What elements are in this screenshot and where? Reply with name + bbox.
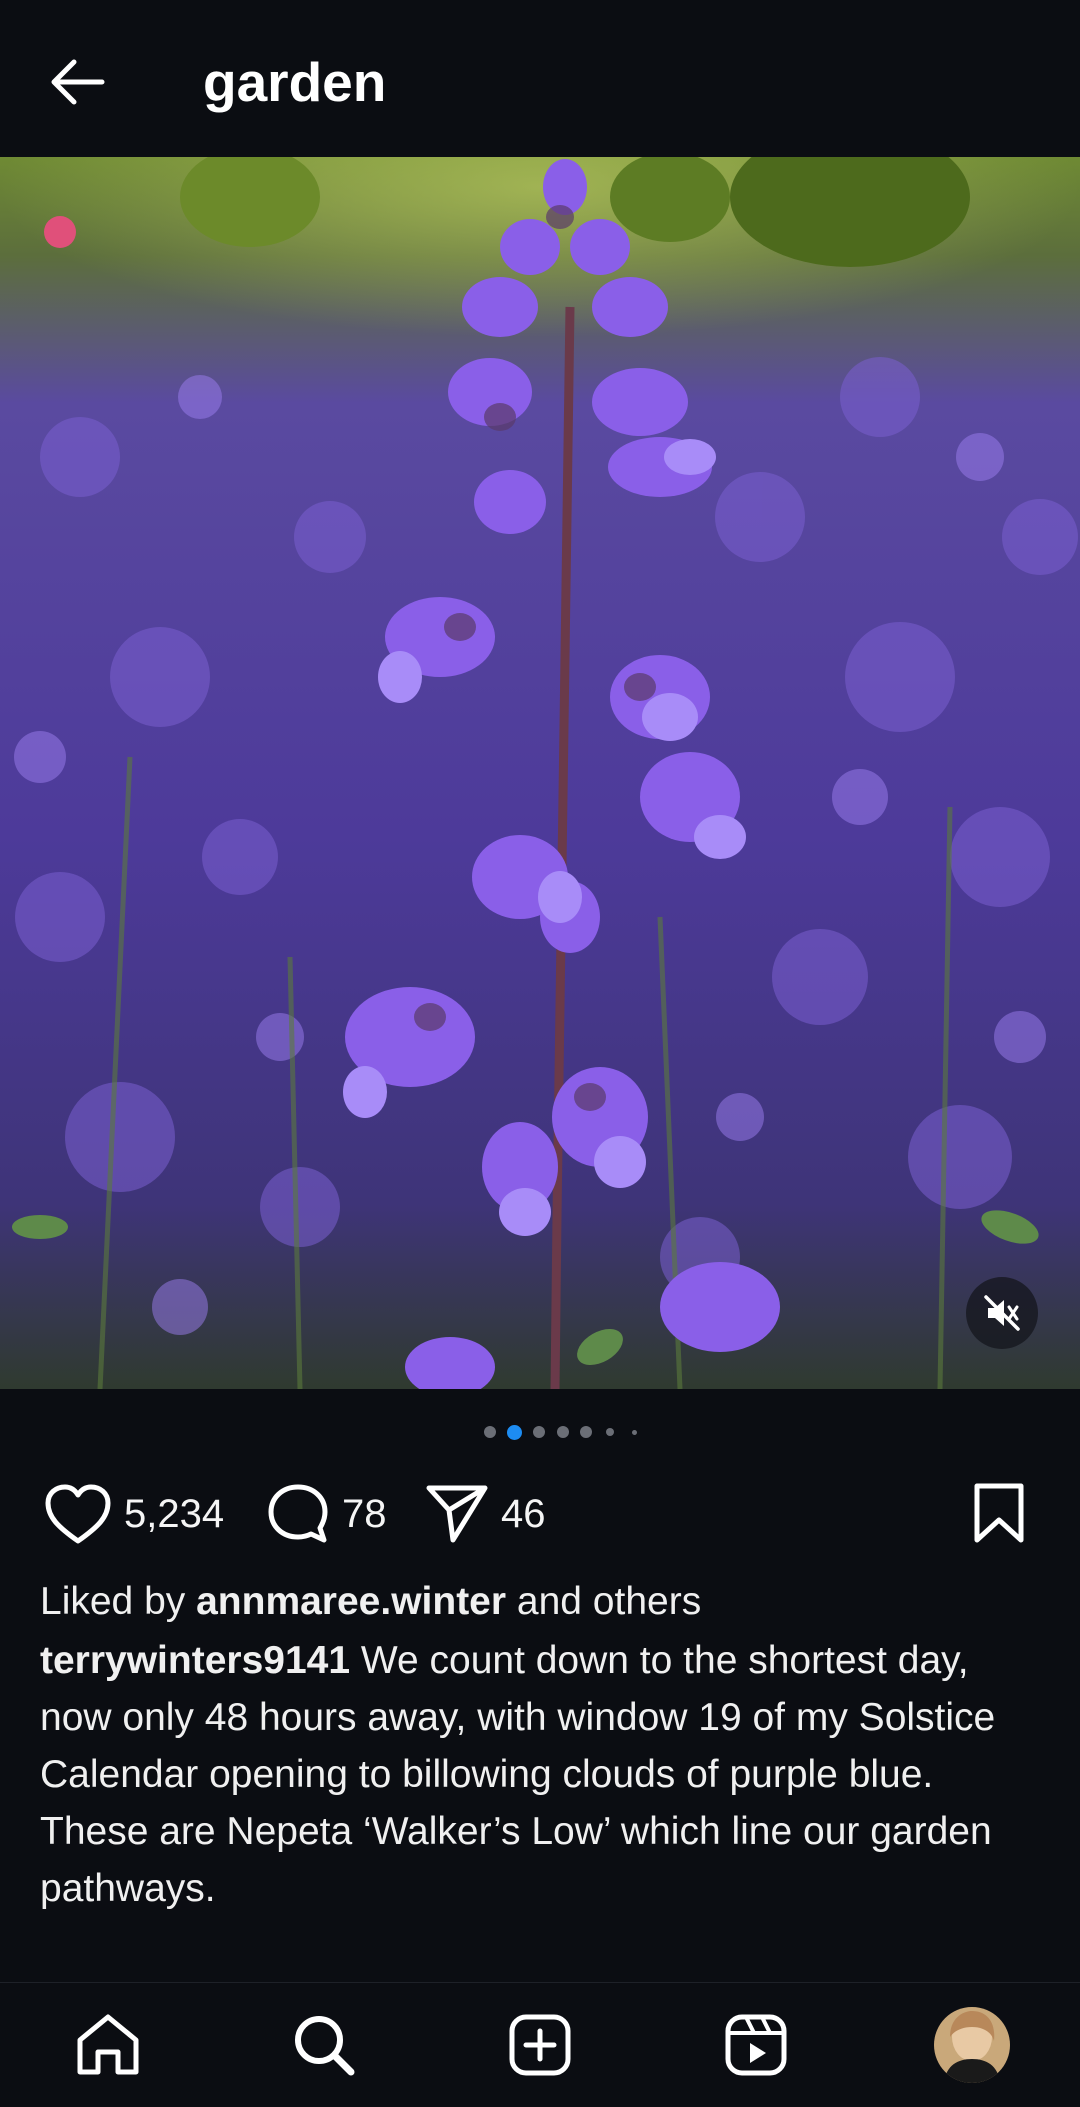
carousel-dot [580, 1426, 592, 1438]
nav-home-button[interactable] [68, 2005, 148, 2085]
search-icon [295, 2016, 355, 2076]
likes-count: 5,234 [124, 1491, 225, 1536]
back-button[interactable] [40, 44, 116, 120]
carousel-indicator [0, 1424, 1080, 1440]
bottom-navigation [0, 1982, 1080, 2107]
liked-by-user-link[interactable]: annmaree.winter [196, 1580, 506, 1623]
carousel-dot [484, 1426, 496, 1438]
post-caption: terrywinters9141 We count down to the sh… [40, 1632, 1050, 1917]
liked-by-suffix: and others [506, 1580, 702, 1623]
share-button[interactable]: 46 [425, 1470, 546, 1558]
carousel-dot [631, 1429, 637, 1435]
nav-reels-button[interactable] [716, 2005, 796, 2085]
page-title: garden [203, 51, 387, 113]
shares-count: 46 [501, 1491, 546, 1536]
caption-username-link[interactable]: terrywinters9141 [40, 1639, 350, 1682]
profile-avatar [934, 2007, 1010, 2083]
nav-search-button[interactable] [284, 2005, 364, 2085]
heart-icon [45, 1484, 111, 1544]
create-icon [509, 2014, 571, 2076]
flower-photo [0, 157, 1080, 1389]
liked-by-text: Liked by annmaree.winter and others [40, 1572, 701, 1632]
post-image[interactable] [0, 157, 1080, 1389]
home-icon [77, 2014, 139, 2075]
bookmark-icon [974, 1483, 1024, 1543]
mute-toggle-button[interactable] [966, 1277, 1038, 1349]
carousel-dot-active [506, 1424, 522, 1440]
reels-icon [725, 2014, 787, 2076]
liked-by-prefix: Liked by [40, 1580, 197, 1623]
top-bar: garden [0, 0, 1080, 157]
carousel-dot [533, 1426, 545, 1438]
save-button[interactable] [966, 1480, 1032, 1546]
speaker-muted-icon [984, 1295, 1020, 1331]
like-button[interactable]: 5,234 [44, 1470, 224, 1558]
carousel-dot [606, 1428, 614, 1436]
carousel-dot [557, 1426, 569, 1438]
send-icon [426, 1485, 488, 1543]
comments-count: 78 [342, 1491, 387, 1536]
nav-profile-avatar[interactable] [934, 2007, 1010, 2083]
comment-button[interactable]: 78 [266, 1470, 387, 1558]
post-actions: 5,234 78 46 [0, 1470, 1080, 1558]
nav-create-button[interactable] [500, 2005, 580, 2085]
arrow-left-icon [51, 59, 105, 105]
comment-icon [268, 1484, 328, 1543]
